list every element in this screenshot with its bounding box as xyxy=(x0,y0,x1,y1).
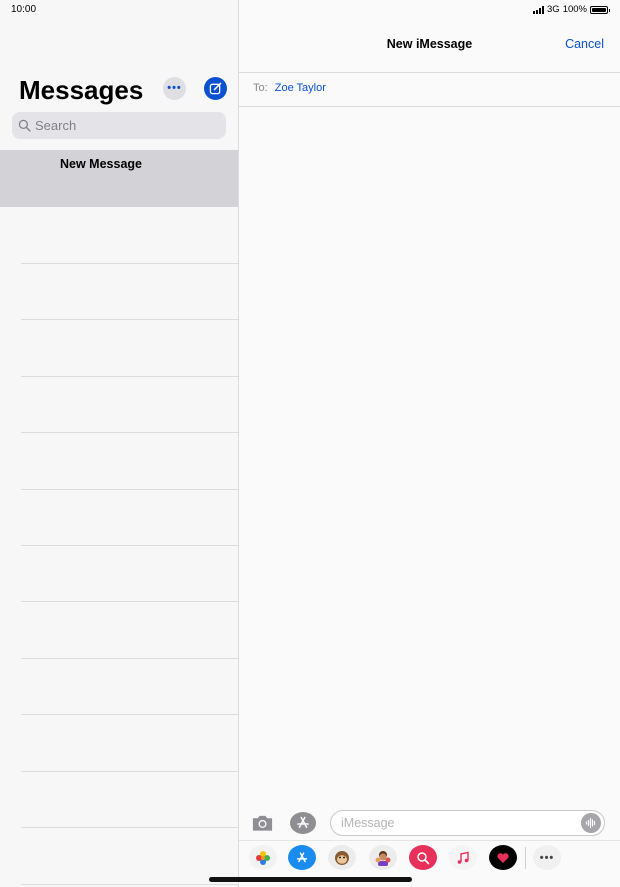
memoji-icon[interactable] xyxy=(369,845,397,870)
memoji-glyph xyxy=(375,850,391,866)
conversation-title: New iMessage xyxy=(386,37,473,51)
to-label: To: xyxy=(253,82,268,94)
header-divider xyxy=(239,72,620,73)
compose-button[interactable] xyxy=(204,77,227,100)
list-divider xyxy=(21,658,238,659)
app-store-button[interactable] xyxy=(290,812,316,834)
digital-touch-icon[interactable] xyxy=(489,845,517,870)
status-bar: 10:00 3G 100% xyxy=(0,0,620,18)
list-divider xyxy=(21,545,238,546)
camera-button[interactable] xyxy=(250,812,274,834)
heart-glyph xyxy=(497,852,509,863)
list-divider xyxy=(21,263,238,264)
battery-percent: 100% xyxy=(562,4,587,15)
list-divider xyxy=(21,489,238,490)
search-icon xyxy=(18,119,31,132)
list-divider xyxy=(21,376,238,377)
network-type: 3G xyxy=(547,4,560,15)
list-divider xyxy=(21,319,238,320)
list-divider xyxy=(21,884,238,885)
more-apps-icon[interactable]: ••• xyxy=(533,845,561,870)
music-icon[interactable] xyxy=(449,845,477,870)
photos-glyph xyxy=(256,850,270,865)
cancel-button[interactable]: Cancel xyxy=(565,37,604,51)
status-indicators: 3G 100% xyxy=(533,4,610,15)
compose-icon xyxy=(209,82,222,95)
image-search-glyph xyxy=(417,851,430,864)
ellipsis-icon: ••• xyxy=(167,82,182,94)
tray-divider xyxy=(525,847,526,869)
waveform-icon xyxy=(585,817,596,829)
status-time: 10:00 xyxy=(11,4,37,15)
more-apps-glyph: ••• xyxy=(539,851,555,864)
app-store-glyph xyxy=(296,851,308,862)
list-item-label: New Message xyxy=(60,157,142,171)
camera-icon xyxy=(252,815,272,831)
message-input-placeholder: iMessage xyxy=(341,816,395,830)
monkey-glyph xyxy=(335,850,349,865)
list-divider xyxy=(21,827,238,828)
music-note-glyph xyxy=(457,851,469,864)
list-divider xyxy=(21,714,238,715)
app-store-icon[interactable] xyxy=(288,845,316,870)
more-options-button[interactable]: ••• xyxy=(163,77,186,100)
battery-icon xyxy=(590,5,610,14)
conversation-pane: New iMessage Cancel To: Zoe Taylor iMess… xyxy=(239,0,620,887)
message-transcript xyxy=(239,107,620,807)
message-input[interactable]: iMessage xyxy=(330,810,605,836)
signal-icon xyxy=(533,5,544,14)
animoji-icon[interactable] xyxy=(328,845,356,870)
app-drawer: ••• xyxy=(239,840,620,873)
list-divider xyxy=(21,601,238,602)
page-title: Messages xyxy=(19,75,144,105)
recipient-chip[interactable]: Zoe Taylor xyxy=(275,82,326,94)
search-placeholder: Search xyxy=(35,118,77,133)
list-divider xyxy=(21,771,238,772)
search-input[interactable]: Search xyxy=(12,112,226,139)
list-item-new-message[interactable]: New Message xyxy=(0,150,238,207)
search-images-icon[interactable] xyxy=(409,845,437,870)
app-store-icon xyxy=(297,816,309,828)
conversation-list-pane: Messages ••• Search New Message xyxy=(0,0,238,887)
list-divider xyxy=(21,432,238,433)
home-indicator[interactable] xyxy=(209,877,412,882)
recipient-field[interactable]: To: Zoe Taylor xyxy=(253,82,326,94)
photos-icon[interactable] xyxy=(249,845,277,870)
audio-message-button[interactable] xyxy=(581,813,601,833)
